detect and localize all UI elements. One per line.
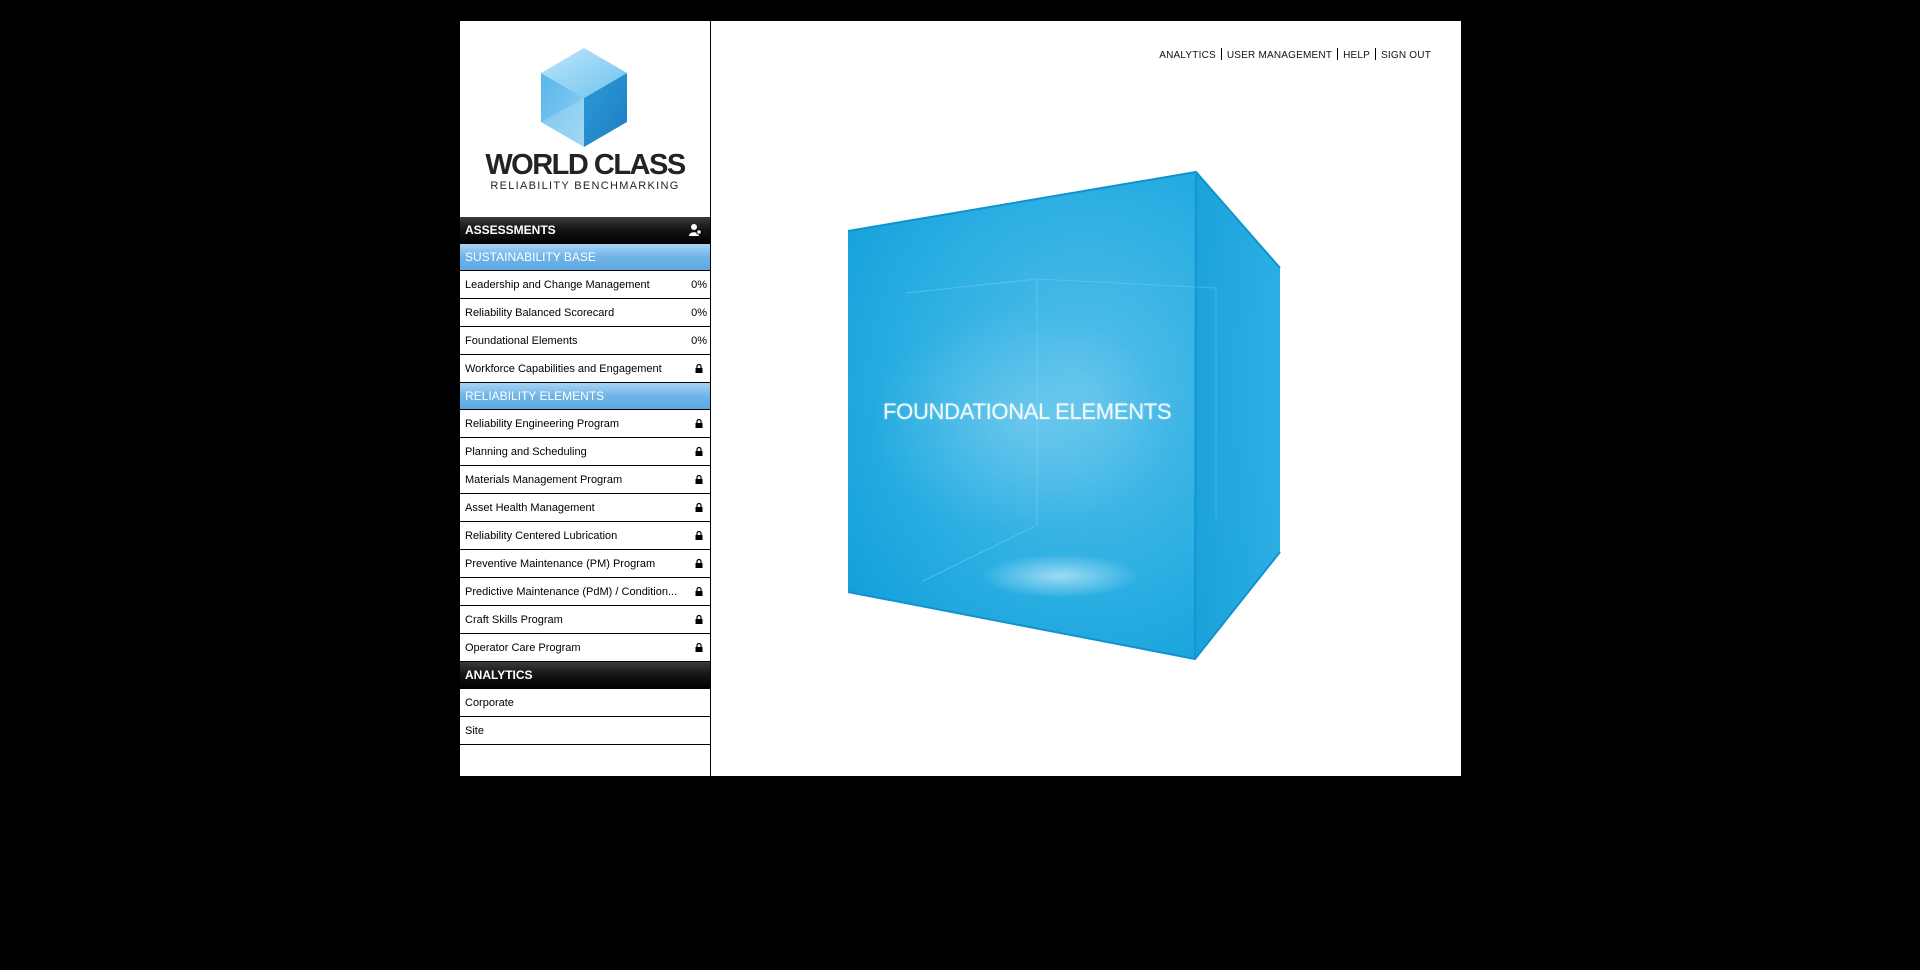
assessment-item-predictive-maintenance[interactable]: Predictive Maintenance (PdM) / Condition… xyxy=(460,578,710,606)
lock-icon xyxy=(695,643,703,652)
lock-icon xyxy=(695,587,703,596)
progress-percent: 0% xyxy=(691,279,707,291)
nav-divider xyxy=(1375,48,1377,60)
assessment-item-label: Reliability Centered Lubrication xyxy=(465,530,618,542)
analytics-item-site[interactable]: Site xyxy=(460,717,710,745)
section-reliability-label: RELIABILITY ELEMENTS xyxy=(465,389,605,403)
lock-icon xyxy=(695,475,703,484)
nav-analytics-link[interactable]: ANALYTICS xyxy=(1159,50,1216,61)
assessment-item-label: Predictive Maintenance (PdM) / Condition… xyxy=(465,586,678,598)
assessment-item-label: Reliability Engineering Program xyxy=(465,418,620,430)
lock-icon xyxy=(695,531,703,540)
nav-divider xyxy=(1220,48,1222,60)
assessment-item-label: Craft Skills Program xyxy=(465,614,563,626)
assessment-item-label: Workforce Capabilities and Engagement xyxy=(465,363,662,375)
assessment-item-label: Preventive Maintenance (PM) Program xyxy=(465,558,656,570)
assessment-item-operator-care[interactable]: Operator Care Program xyxy=(460,634,710,662)
brand-title: WORLD CLASS xyxy=(485,149,686,181)
assessment-item-label: Foundational Elements xyxy=(465,335,578,347)
analytics-item-label: Site xyxy=(465,725,484,737)
progress-percent: 0% xyxy=(691,307,707,319)
nav-user-management-link[interactable]: USER MANAGEMENT xyxy=(1227,50,1332,61)
assessment-item-lubrication[interactable]: Reliability Centered Lubrication xyxy=(460,522,710,550)
analytics-item-corporate[interactable]: Corporate xyxy=(460,689,710,717)
assessment-item-asset-health[interactable]: Asset Health Management xyxy=(460,494,710,522)
top-nav: ANALYTICS USER MANAGEMENT HELP SIGN OUT xyxy=(1159,48,1431,61)
lock-icon xyxy=(695,364,703,373)
assessment-item-label: Leadership and Change Management xyxy=(465,279,650,291)
user-settings-icon[interactable] xyxy=(688,223,702,237)
cube-logo-icon xyxy=(541,48,627,147)
assessment-item-workforce[interactable]: Workforce Capabilities and Engagement xyxy=(460,355,710,383)
assessment-item-label: Planning and Scheduling xyxy=(465,446,587,458)
lock-icon xyxy=(695,503,703,512)
assessment-item-label: Reliability Balanced Scorecard xyxy=(465,307,615,319)
brand-subtitle: RELIABILITY BENCHMARKING xyxy=(490,180,680,192)
sidebar: WORLD CLASS RELIABILITY BENCHMARKING ASS… xyxy=(460,21,711,776)
nav-sign-out-link[interactable]: SIGN OUT xyxy=(1381,50,1431,61)
logo: WORLD CLASS RELIABILITY BENCHMARKING xyxy=(460,21,710,217)
analytics-item-label: Corporate xyxy=(465,697,514,709)
lock-icon xyxy=(695,419,703,428)
progress-percent: 0% xyxy=(691,335,707,347)
assessment-item-foundational-elements[interactable]: Foundational Elements 0% xyxy=(460,327,710,355)
assessment-item-leadership[interactable]: Leadership and Change Management 0% xyxy=(460,271,710,299)
assessment-item-label: Materials Management Program xyxy=(465,474,623,486)
analytics-header-label: ANALYTICS xyxy=(465,668,533,682)
assessments-header: ASSESSMENTS xyxy=(460,217,710,244)
analytics-header: ANALYTICS xyxy=(460,662,710,689)
section-sustainability-label: SUSTAINABILITY BASE xyxy=(465,250,596,264)
lock-icon xyxy=(695,615,703,624)
assessment-item-label: Operator Care Program xyxy=(465,642,581,654)
assessment-item-preventive-maintenance[interactable]: Preventive Maintenance (PM) Program xyxy=(460,550,710,578)
section-reliability-elements[interactable]: RELIABILITY ELEMENTS xyxy=(460,383,710,410)
assessment-item-reliability-engineering[interactable]: Reliability Engineering Program xyxy=(460,410,710,438)
lock-icon xyxy=(695,447,703,456)
assessment-item-label: Asset Health Management xyxy=(465,502,595,514)
assessment-item-materials-management[interactable]: Materials Management Program xyxy=(460,466,710,494)
nav-divider xyxy=(1337,48,1339,60)
app-window: WORLD CLASS RELIABILITY BENCHMARKING ASS… xyxy=(460,21,1461,776)
cube-face-label: FOUNDATIONAL ELEMENTS xyxy=(883,399,1172,424)
section-sustainability-base[interactable]: SUSTAINABILITY BASE xyxy=(460,244,710,271)
lock-icon xyxy=(695,559,703,568)
assessments-header-label: ASSESSMENTS xyxy=(465,223,556,237)
nav-help-link[interactable]: HELP xyxy=(1343,50,1370,61)
assessment-item-balanced-scorecard[interactable]: Reliability Balanced Scorecard 0% xyxy=(460,299,710,327)
assessment-item-planning-scheduling[interactable]: Planning and Scheduling xyxy=(460,438,710,466)
assessment-item-craft-skills[interactable]: Craft Skills Program xyxy=(460,606,710,634)
